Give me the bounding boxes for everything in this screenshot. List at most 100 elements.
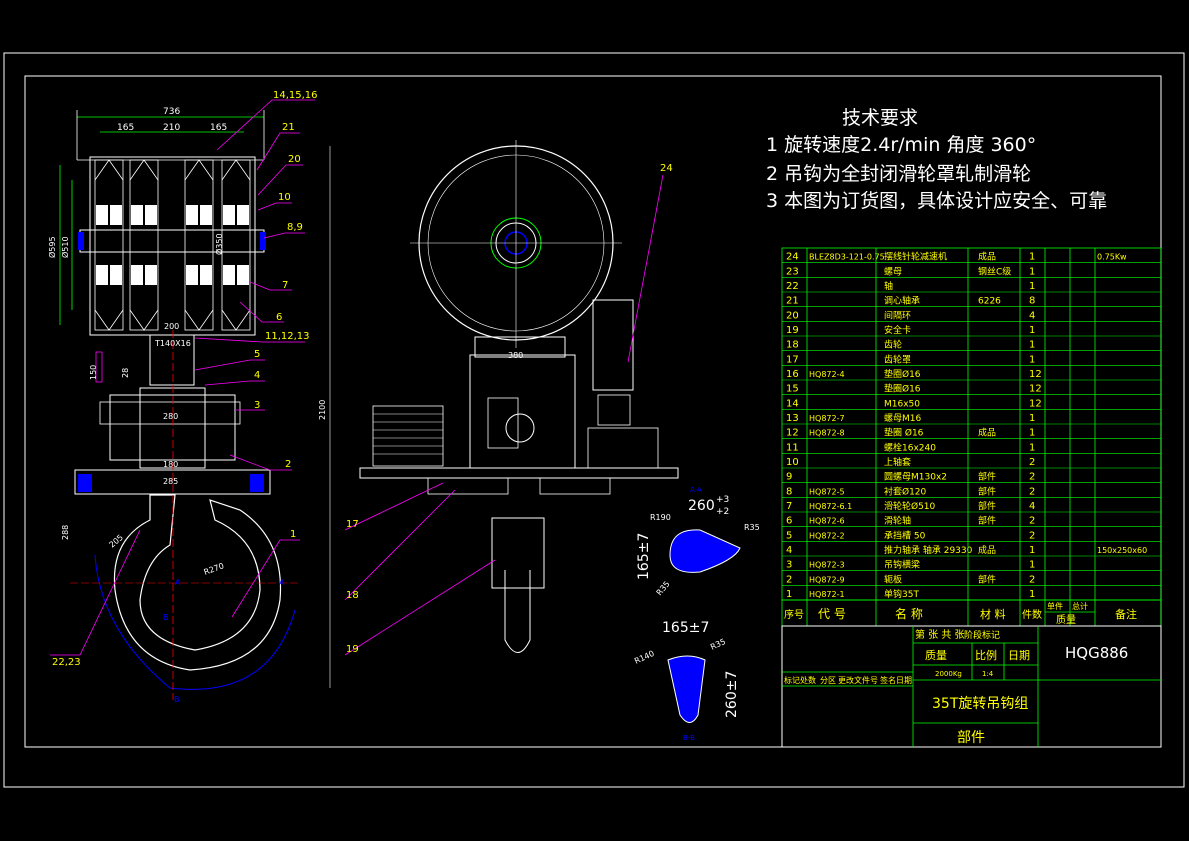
table-cell-name: 垫圈 Ø16 [884,427,924,439]
dim-a2: A [279,578,285,587]
table-cell-name: 摆线针轮减速机 [884,251,947,263]
dim-b1: B [163,613,169,622]
tb-left-1: 标记 [784,675,800,685]
table-cell-no: 7 [786,501,792,512]
table-cell-qty: 1 [1029,354,1035,365]
table-cell-no: 16 [786,369,799,380]
table-cell-no: 14 [786,398,799,409]
table-cell-code: HQ872-3 [809,561,845,570]
table-cell-qty: 1 [1029,560,1035,571]
tech-requirement-1: 1 旋转速度2.4r/min 角度 360° [766,134,1037,156]
table-cell-note: 0.75Kw [1097,253,1127,262]
dim-180: 180 [163,460,178,469]
table-cell-no: 5 [786,530,792,541]
tech-requirements-title: 技术要求 [842,107,919,129]
table-cell-name: 螺母M16 [884,413,921,424]
table-cell-code: HQ872-6.1 [809,502,852,511]
table-cell-qty: 2 [1029,486,1035,497]
dim-d350: Ø350 [214,233,224,255]
section-bb-r140: R140 [633,649,656,666]
table-cell-name: 齿轮 [884,339,902,351]
table-cell-no: 21 [786,296,799,307]
table-cell-no: 2 [786,574,792,585]
tb-title: 35T旋转吊钩组 [932,696,1028,712]
table-cell-name: 垫圈Ø16 [884,383,921,395]
dim-a1: A [175,578,181,587]
dim-380: 380 [508,351,523,360]
table-cell-mat: 6226 [978,297,1001,307]
tb-left-4: 更改文件号 [838,675,878,685]
label-21: 21 [282,122,295,133]
tb-mass-value: 2000Kg [935,670,962,678]
dim-165b: 165 [210,123,227,133]
tb-stage: 阶段标记 [964,629,1000,641]
th-weight: 质量 [1056,614,1076,626]
label-11-12-13: 11,12,13 [265,331,310,342]
table-cell-name: 上轴套 [884,456,911,468]
table-cell-mat: 部件 [978,573,996,585]
th-total: 总计 [1072,601,1088,611]
table-cell-code: HQ872-8 [809,429,845,438]
th-note: 备注 [1115,607,1137,621]
table-cell-no: 24 [786,252,799,263]
label-18: 18 [346,590,359,601]
table-cell-no: 12 [786,428,799,439]
th-no: 序号 [784,608,804,621]
table-cell-qty: 8 [1029,296,1035,307]
label-20: 20 [288,154,301,165]
table-cell-no: 3 [786,560,792,571]
table-cell-code: HQ872-1 [809,590,845,599]
label-10: 10 [278,192,291,203]
tb-sheet: 第 张 共 张 [915,628,965,641]
section-bb-r35: R35 [709,637,727,652]
dim-165a: 165 [117,123,134,133]
table-cell-name: 衬套Ø120 [884,485,927,497]
table-cell-name: 螺母 [884,266,902,277]
table-cell-no: 17 [786,354,799,365]
table-cell-no: 19 [786,325,799,336]
table-cell-qty: 4 [1029,310,1035,321]
label-14-15-16: 14,15,16 [273,90,318,101]
section-bb-title: B-B [683,734,695,742]
table-cell-name: 滑轮轮Ø510 [884,500,936,512]
table-cell-mat: 成品 [978,544,996,556]
tb-mass-label: 质量 [925,649,947,662]
tb-type: 部件 [957,730,985,746]
table-cell-name: 轭板 [884,573,902,585]
dim-200: 200 [164,322,179,331]
table-cell-name: 轴 [884,280,893,292]
cad-drawing: 736 165 210 165 Ø595 Ø510 Ø350 T140X16 2… [3,52,1185,788]
table-cell-name: 滑轮轴 [884,515,911,527]
dim-28: 28 [121,368,130,378]
table-cell-qty: 1 [1029,252,1035,263]
label-6: 6 [276,312,282,323]
table-cell-qty: 2 [1029,574,1035,585]
th-name: 名 称 [895,606,923,621]
table-cell-name: 单钩35T [884,588,919,600]
dim-2100: 2100 [318,400,327,420]
label-4: 4 [254,370,260,381]
section-aa-r190: R190 [650,513,671,522]
table-cell-qty: 1 [1029,545,1035,556]
table-cell-mat: 部件 [978,471,996,483]
middle-view: 380 2100 24 17 18 19 [318,140,679,688]
table-cell-qty: 12 [1029,384,1042,395]
section-bb-width: 165±7 [662,620,709,636]
tb-left-6: 日期 [896,676,912,685]
section-aa-tol-dn: +2 [716,507,729,517]
table-cell-code: BLEZ8D3-121-0.75 [809,253,885,262]
table-cell-code: HQ872-6 [809,517,845,526]
table-cell-name: 齿轮罩 [884,353,911,365]
table-cell-no: 18 [786,340,799,351]
table-cell-no: 1 [786,589,792,600]
tb-left-3: 分区 [820,676,836,685]
label-5: 5 [254,349,260,360]
dim-736: 736 [163,107,180,117]
label-8-9: 8,9 [287,222,303,233]
dim-b2: B [174,695,180,704]
th-mat: 材 料 [980,607,1006,621]
table-cell-no: 15 [786,384,799,395]
table-cell-mat: 成品 [978,427,996,439]
table-cell-no: 13 [786,413,799,424]
table-cell-name: 推力轴承 轴承 29330 [884,544,973,556]
